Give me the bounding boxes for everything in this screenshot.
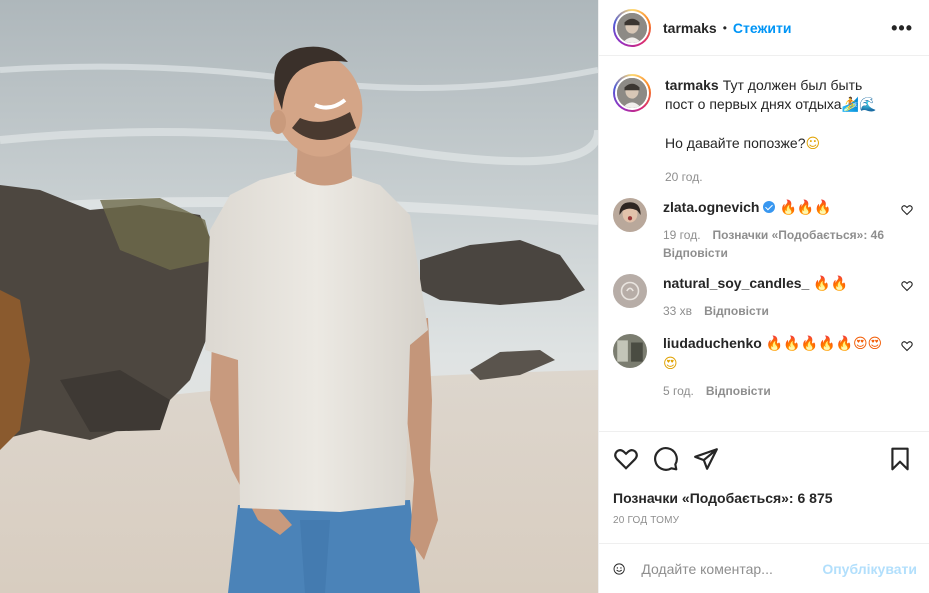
reply-button[interactable]: Відповісти bbox=[663, 246, 891, 260]
comment-time[interactable]: 5 год. bbox=[663, 384, 694, 398]
comment-text: zlata.ognevich 🔥🔥🔥 bbox=[663, 198, 891, 218]
comments-list[interactable]: tarmaks Тут должен был быть пост о первых… bbox=[599, 56, 929, 431]
follow-button[interactable]: Стежити bbox=[733, 20, 792, 36]
like-comment-heart-icon[interactable] bbox=[901, 340, 913, 352]
avatar-image bbox=[613, 274, 647, 308]
comment-username[interactable]: natural_soy_candles_ bbox=[663, 275, 809, 291]
comment-item: natural_soy_candles_ 🔥🔥 33 хв Відповісти bbox=[613, 274, 913, 318]
caption-line2-wrap: Но давайте попозже?☺ bbox=[665, 134, 891, 154]
likes-count[interactable]: Позначки «Подобається»: 6 875 bbox=[613, 490, 913, 506]
caption-username[interactable]: tarmaks bbox=[665, 77, 719, 93]
author-username[interactable]: tarmaks bbox=[663, 20, 717, 36]
more-options-icon[interactable]: ••• bbox=[891, 19, 913, 37]
verified-badge-icon bbox=[763, 201, 776, 213]
comment-text: liudaduchenko 🔥🔥🔥🔥🔥😍😍 😍 bbox=[663, 334, 891, 374]
separator-dot: • bbox=[722, 20, 727, 35]
comment-composer: Опублікувати bbox=[599, 543, 929, 593]
reply-button[interactable]: Відповісти bbox=[704, 304, 769, 318]
comment-time[interactable]: 33 хв bbox=[663, 304, 692, 318]
comment-username[interactable]: liudaduchenko bbox=[663, 335, 762, 351]
post-sidebar: tarmaks • Стежити ••• tarmaks Тут должен… bbox=[598, 0, 929, 593]
avatar-image bbox=[617, 12, 647, 43]
caption-line2-emoji: ☺ bbox=[805, 136, 821, 152]
commenter-avatar[interactable] bbox=[613, 198, 647, 232]
commenter-avatar[interactable] bbox=[613, 274, 647, 308]
post-timestamp[interactable]: 20 ГОД ТОМУ bbox=[613, 515, 913, 526]
comment-meta: 33 хв Відповісти bbox=[663, 304, 891, 318]
commenter-avatar[interactable] bbox=[613, 334, 647, 368]
avatar-image bbox=[617, 78, 647, 108]
comment-body: 🔥🔥🔥 bbox=[779, 200, 832, 216]
reply-button[interactable]: Відповісти bbox=[706, 384, 771, 398]
comment-meta: 5 год. Відповісти bbox=[663, 384, 891, 398]
avatar-image bbox=[613, 334, 647, 368]
like-comment-heart-icon[interactable] bbox=[901, 204, 913, 216]
avatar-image bbox=[613, 198, 647, 232]
like-heart-icon[interactable] bbox=[613, 446, 639, 472]
photo-illustration bbox=[0, 0, 598, 593]
publish-button[interactable]: Опублікувати bbox=[822, 561, 917, 577]
comment-item: zlata.ognevich 🔥🔥🔥 19 год. Позначки «Подо… bbox=[613, 198, 913, 260]
author-avatar[interactable] bbox=[613, 8, 651, 47]
caption-line1-emoji: 🏄🌊 bbox=[841, 97, 877, 113]
post-modal: tarmaks • Стежити ••• tarmaks Тут должен… bbox=[0, 0, 929, 593]
comment-likes[interactable]: Позначки «Подобається»: 46 bbox=[713, 228, 884, 242]
action-icons bbox=[613, 446, 913, 472]
save-bookmark-icon[interactable] bbox=[887, 446, 913, 472]
comment-body-cont: 😍 bbox=[663, 356, 678, 372]
caption-line2: Но давайте попозже? bbox=[665, 135, 806, 151]
post-actions: Позначки «Подобається»: 6 875 20 ГОД ТОМ… bbox=[599, 431, 929, 543]
comment-time[interactable]: 19 год. bbox=[663, 228, 701, 242]
post-photo[interactable] bbox=[0, 0, 598, 593]
caption-text: tarmaks Тут должен был быть пост о первых… bbox=[665, 76, 891, 115]
caption-meta: 20 год. bbox=[665, 170, 891, 184]
comment-username[interactable]: zlata.ognevich bbox=[663, 199, 759, 215]
caption-time[interactable]: 20 год. bbox=[665, 170, 703, 184]
caption-avatar[interactable] bbox=[613, 74, 651, 112]
caption: tarmaks Тут должен был быть пост о первых… bbox=[613, 74, 913, 184]
comment-input[interactable] bbox=[641, 560, 823, 577]
comment-meta: 19 год. Позначки «Подобається»: 46 bbox=[663, 228, 891, 242]
comment-body: 🔥🔥 bbox=[813, 276, 849, 292]
comment-body: 🔥🔥🔥🔥🔥😍😍 bbox=[765, 336, 883, 352]
comment-text: natural_soy_candles_ 🔥🔥 bbox=[663, 274, 891, 294]
like-comment-heart-icon[interactable] bbox=[901, 280, 913, 292]
comment-bubble-icon[interactable] bbox=[653, 446, 679, 472]
emoji-picker-icon[interactable] bbox=[613, 557, 625, 581]
comment-item: liudaduchenko 🔥🔥🔥🔥🔥😍😍 😍 5 год. Відповісти bbox=[613, 334, 913, 398]
share-paper-plane-icon[interactable] bbox=[693, 446, 719, 472]
post-header: tarmaks • Стежити ••• bbox=[599, 0, 929, 56]
